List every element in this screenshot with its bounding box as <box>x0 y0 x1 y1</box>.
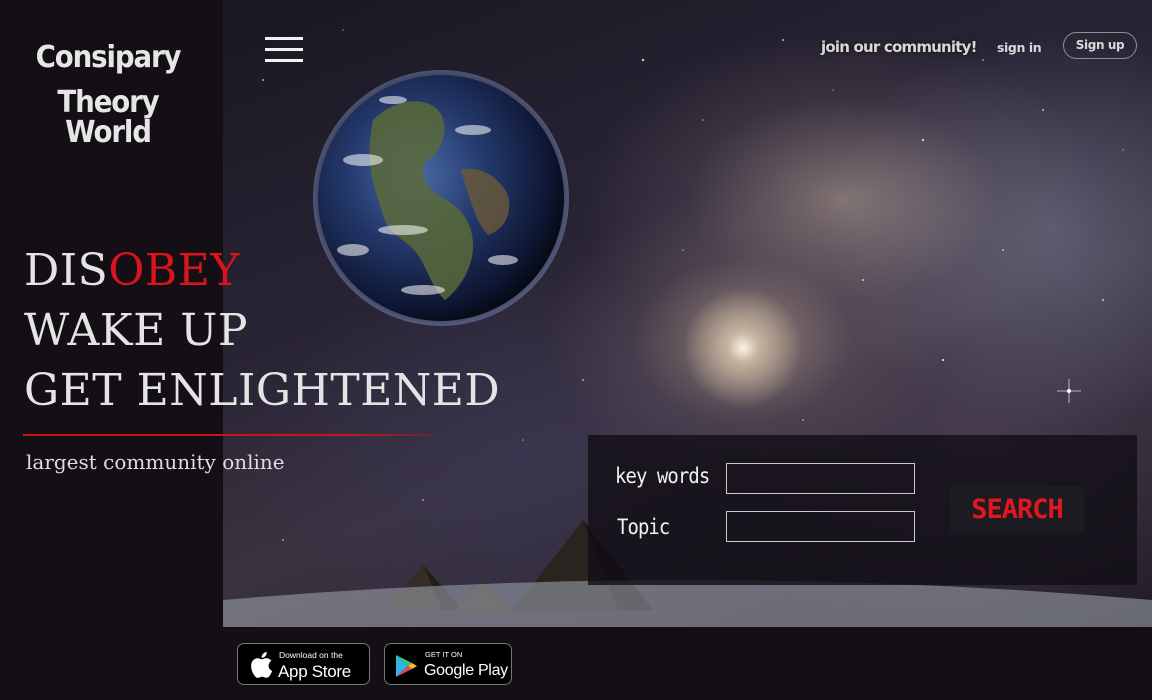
site-logo[interactable]: Consipary Theory World <box>0 0 223 160</box>
slogan-line-3: GET ENLIGHTENED <box>24 365 501 416</box>
slogan-line-2: WAKE UP <box>24 305 248 356</box>
logo-line-1: Consipary <box>35 40 182 75</box>
sign-in-link[interactable]: sign in <box>997 40 1042 55</box>
topic-input[interactable] <box>726 511 915 542</box>
slogan-obey: OBEY <box>108 245 240 296</box>
menu-icon[interactable] <box>265 36 305 64</box>
google-play-badge[interactable]: GET IT ON Google Play <box>384 643 512 685</box>
google-play-small-text: GET IT ON <box>425 650 463 659</box>
logo-line-2: Theory World <box>57 85 159 150</box>
search-button[interactable]: SEARCH <box>950 486 1084 533</box>
keywords-label: key words <box>615 464 710 488</box>
slogan-line-1: DISOBEY <box>24 249 240 293</box>
app-store-big-text: App Store <box>278 662 351 681</box>
sign-up-button[interactable]: Sign up <box>1063 32 1137 59</box>
tagline: largest community online <box>26 450 285 474</box>
topic-label: Topic <box>617 515 670 539</box>
join-community-link[interactable]: join our community! <box>821 38 977 56</box>
search-panel: key words Topic SEARCH <box>588 435 1137 585</box>
apple-icon <box>251 652 273 678</box>
google-play-big-text: Google Play <box>424 662 508 679</box>
app-store-small-text: Download on the <box>279 650 343 660</box>
google-play-icon <box>396 655 417 677</box>
app-store-badge[interactable]: Download on the App Store <box>237 643 370 685</box>
keywords-input[interactable] <box>726 463 915 494</box>
slogan-dis: DIS <box>24 245 109 296</box>
slogan-divider <box>23 434 431 436</box>
